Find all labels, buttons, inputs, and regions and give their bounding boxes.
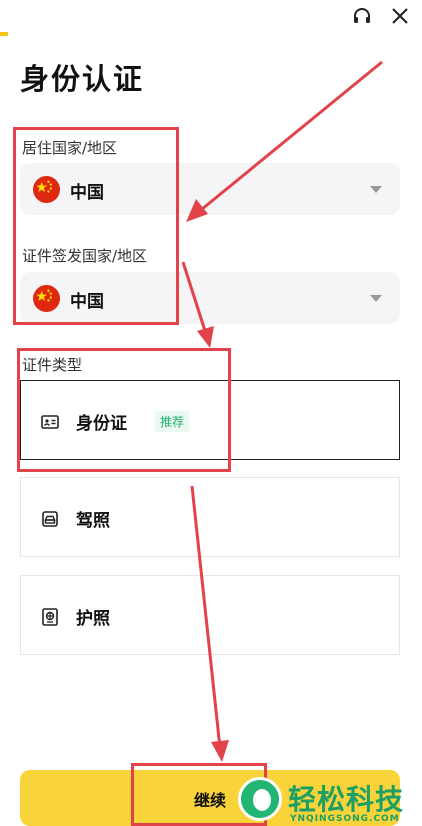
continue-label: 继续 (194, 793, 227, 810)
id-card-icon (41, 415, 59, 429)
option-label: 护照 (76, 609, 110, 629)
watermark-subtext: YNQINGSONG.COM (290, 814, 400, 824)
issuing-select[interactable]: 中国 (20, 272, 400, 324)
china-flag-icon (33, 285, 60, 312)
residence-select[interactable]: 中国 (20, 163, 400, 215)
option-id-card[interactable]: 身份证 推荐 (20, 380, 400, 460)
accent-line (0, 32, 8, 36)
headset-icon[interactable] (352, 6, 372, 26)
option-label: 驾照 (76, 511, 110, 531)
watermark: 轻松科技 YNQINGSONG.COM (238, 774, 422, 826)
option-passport[interactable]: 护照 (20, 575, 400, 655)
close-icon[interactable] (390, 6, 410, 26)
top-icons (352, 6, 410, 26)
issuing-value: 中国 (70, 292, 104, 312)
watermark-logo-icon (238, 777, 282, 821)
passport-icon (42, 608, 58, 626)
id-type-label: 证件类型 (22, 356, 83, 374)
option-drivers-license[interactable]: 驾照 (20, 477, 400, 557)
recommended-badge: 推荐 (155, 411, 190, 432)
chevron-down-icon (370, 186, 382, 193)
option-label: 身份证 (76, 414, 127, 434)
annotation-arrowhead (211, 740, 229, 762)
china-flag-icon (33, 176, 60, 203)
page-title: 身份认证 (20, 62, 145, 96)
residence-value: 中国 (70, 183, 104, 203)
watermark-text: 轻松科技 (288, 783, 405, 816)
annotation-arrowhead (197, 326, 214, 348)
car-icon (42, 511, 58, 527)
chevron-down-icon (370, 295, 382, 302)
issuing-label: 证件签发国家/地区 (22, 247, 148, 265)
residence-label: 居住国家/地区 (22, 139, 118, 157)
